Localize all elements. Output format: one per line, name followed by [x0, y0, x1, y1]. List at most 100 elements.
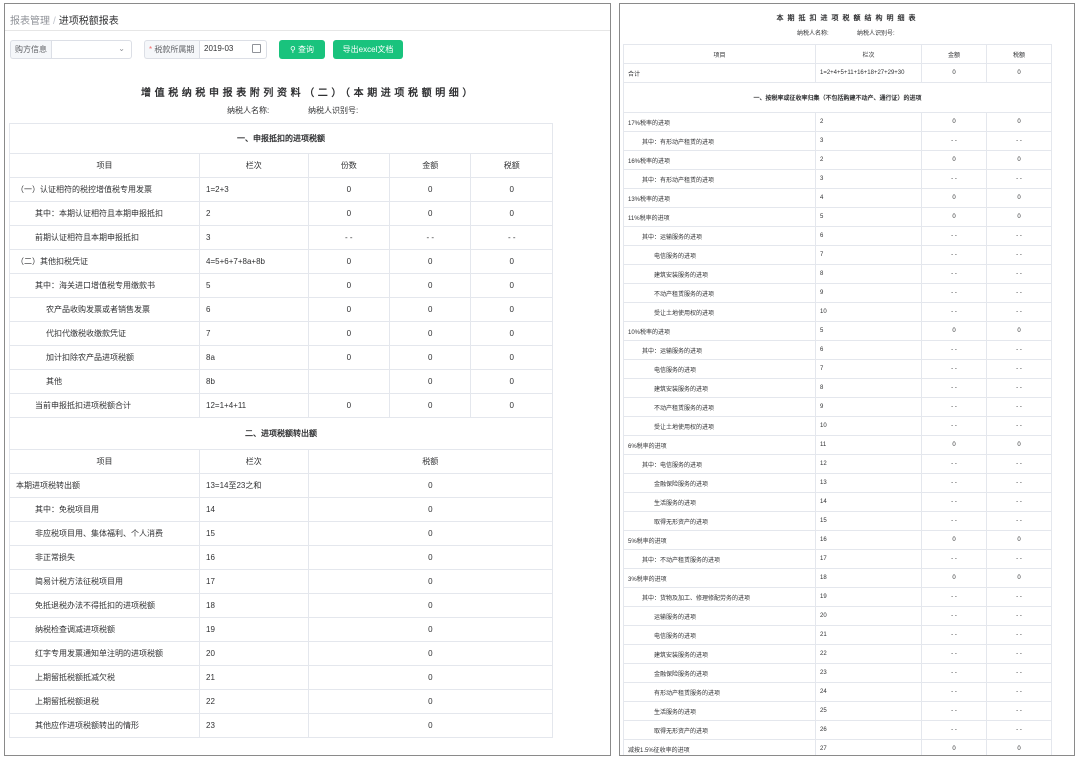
- input-tax-detail-table: 一、申报抵扣的进项税额 项目 栏次 份数 金额 税额 （一）认证相符的税控增值税专用发票 1=…: [8, 123, 554, 738]
- row-amount: - -: [921, 397, 987, 417]
- row-item: 非应税项目用、集体福利、个人消费: [8, 521, 201, 546]
- table-row: 其中：货物及加工、修理修配劳务的进项 19- -- -: [623, 587, 1052, 607]
- section-header: 二、进项税额转出额: [9, 417, 553, 450]
- row-item: 电信服务的进项: [623, 359, 816, 379]
- row-count: 0: [307, 249, 391, 274]
- row-amount: 0: [921, 63, 987, 83]
- query-button[interactable]: ⚲ 查询: [279, 40, 325, 59]
- row-amount: 0: [389, 345, 472, 370]
- row-tax: 0: [470, 369, 553, 394]
- row-tax: 0: [307, 641, 554, 666]
- row-item: 其他应作进项税额转出的情形: [8, 713, 201, 738]
- row-item: 生活服务的进项: [623, 701, 816, 721]
- breadcrumb-current: 进项税额报表: [58, 16, 119, 27]
- row-item: 本期进项税转出额: [8, 473, 201, 498]
- row-tax: 0: [470, 297, 553, 322]
- table-row: 纳税检查调减进项税额 19 0: [8, 617, 554, 642]
- column-header: 税额: [307, 449, 554, 474]
- row-item: 代扣代缴税收缴款凭证: [8, 321, 201, 346]
- row-amount: 0: [389, 321, 472, 346]
- row-col: 23: [199, 713, 309, 738]
- row-item: 其中：货物及加工、修理修配劳务的进项: [623, 587, 816, 607]
- row-item: 其中：运输服务的进项: [623, 340, 816, 360]
- row-tax: - -: [986, 302, 1052, 322]
- row-col: 5: [199, 273, 309, 298]
- row-amount: - -: [921, 169, 987, 189]
- row-col: 7: [815, 359, 922, 379]
- row-item: 其中：运输服务的进项: [623, 226, 816, 246]
- row-amount: 0: [921, 321, 987, 341]
- row-col: 27: [815, 739, 922, 755]
- row-tax: 0: [307, 569, 554, 594]
- row-item: 受让土地使用权的进项: [623, 416, 816, 436]
- input-tax-report-panel: 报表管理 / 进项税额报表 购方信息 ⌄ * 税款所属期 2019-03 ⚲ 查询 …: [4, 3, 611, 756]
- structure-table-title: 本期抵扣进项税额结构明细表: [776, 15, 920, 22]
- row-item: 受让土地使用权的进项: [623, 302, 816, 322]
- row-tax: - -: [986, 720, 1052, 740]
- row-tax: - -: [986, 663, 1052, 683]
- row-col: 4=5+6+7+8a+8b: [199, 249, 309, 274]
- row-amount: - -: [921, 340, 987, 360]
- row-amount: 0: [921, 150, 987, 170]
- table-row: 其中：运输服务的进项 6- -- -: [623, 226, 1052, 246]
- row-item: 电信服务的进项: [623, 625, 816, 645]
- row-item: 生活服务的进项: [623, 492, 816, 512]
- table-row: 有形动产租赁服务的进项 24- -- -: [623, 682, 1052, 702]
- row-col: 18: [815, 568, 922, 588]
- taxpayer-name-label: 纳税人名称:: [227, 106, 270, 115]
- table-row: 其中：本期认证相符且本期申报抵扣 2 0 0 0: [8, 201, 553, 226]
- row-amount: - -: [921, 663, 987, 683]
- row-col: 21: [815, 625, 922, 645]
- row-item: 建筑安装服务的进项: [623, 264, 816, 284]
- table-row: 电信服务的进项 7- -- -: [623, 359, 1052, 379]
- row-tax: - -: [986, 473, 1052, 493]
- table-row: 其中：有形动产租赁的进项 3- -- -: [623, 131, 1052, 151]
- row-tax: 0: [470, 201, 553, 226]
- export-excel-button[interactable]: 导出excel文档: [333, 40, 403, 59]
- table-row: 其他应作进项税额转出的情形 23 0: [8, 713, 554, 738]
- row-amount: - -: [921, 549, 987, 569]
- table-row: 非正常损失 16 0: [8, 545, 554, 570]
- row-col: 8: [815, 378, 922, 398]
- row-col: 9: [815, 397, 922, 417]
- row-tax: - -: [986, 245, 1052, 265]
- row-col: 2: [815, 150, 922, 170]
- row-item: （二）其他扣税凭证: [8, 249, 201, 274]
- period-label-text2: 税款所属期: [154, 45, 195, 54]
- row-col: 24: [815, 682, 922, 702]
- row-amount: - -: [921, 454, 987, 474]
- row-amount: - -: [921, 701, 987, 721]
- row-tax: 0: [470, 393, 553, 418]
- table-row: （一）认证相符的税控增值税专用发票 1=2+3 0 0 0: [8, 177, 553, 202]
- row-count: - -: [307, 225, 391, 250]
- section-title: 一、申报抵扣的进项税额: [9, 123, 553, 154]
- breadcrumb-separator: /: [53, 16, 56, 27]
- row-tax: 0: [470, 249, 553, 274]
- row-tax: - -: [986, 492, 1052, 512]
- row-item: 建筑安装服务的进项: [623, 378, 816, 398]
- row-count: 0: [307, 201, 391, 226]
- row-col: 20: [199, 641, 309, 666]
- section-title: 一、按税率或征收率归集（不包括购建不动产、通行证）的进项: [623, 82, 1052, 113]
- row-col: 22: [815, 644, 922, 664]
- row-col: 12=1+4+11: [199, 393, 309, 418]
- buyer-select[interactable]: ⌄: [51, 40, 132, 59]
- table-row: 16%税率的进项 2 0 0: [623, 150, 1052, 170]
- row-col: 15: [199, 521, 309, 546]
- row-tax: - -: [986, 169, 1052, 189]
- row-tax: 0: [307, 521, 554, 546]
- row-tax: 0: [986, 435, 1052, 455]
- calendar-icon: [252, 44, 261, 53]
- row-tax: - -: [986, 549, 1052, 569]
- row-tax: - -: [986, 264, 1052, 284]
- table-row: 上期留抵税额退税 22 0: [8, 689, 554, 714]
- row-col: 6: [815, 226, 922, 246]
- row-tax: 0: [470, 345, 553, 370]
- period-date-picker[interactable]: 2019-03: [199, 40, 267, 59]
- breadcrumb-parent[interactable]: 报表管理: [10, 16, 50, 27]
- table-row: 本期进项税转出额 13=14至23之和 0: [8, 473, 554, 498]
- row-item: 不动产租赁服务的进项: [623, 397, 816, 417]
- column-header: 税额: [986, 44, 1052, 64]
- row-amount: - -: [921, 511, 987, 531]
- row-amount: - -: [921, 359, 987, 379]
